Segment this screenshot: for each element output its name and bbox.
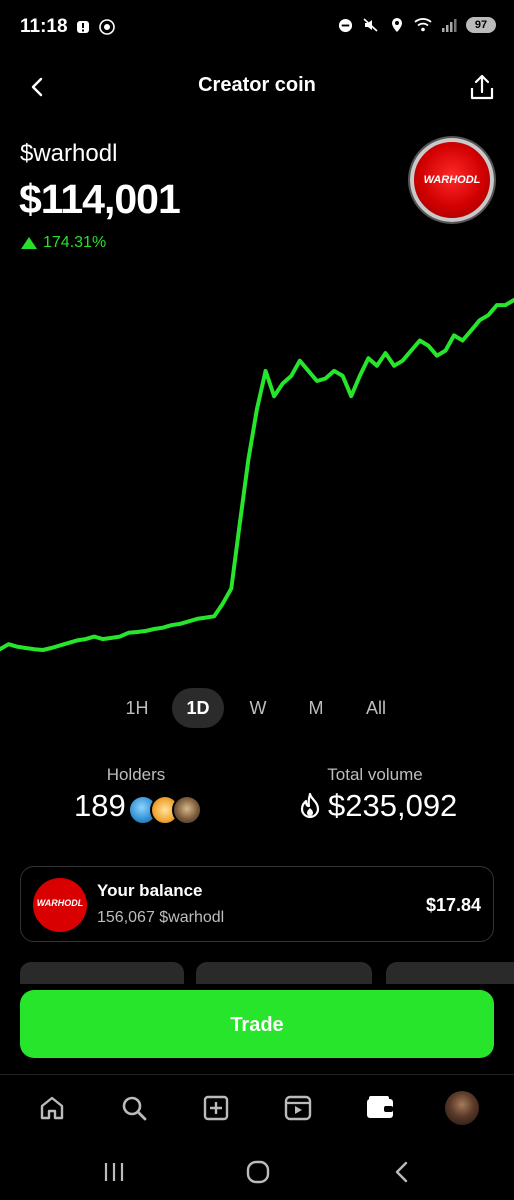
nav-home[interactable]	[34, 1090, 70, 1126]
action-chip[interactable]	[196, 962, 372, 984]
share-icon	[470, 74, 494, 100]
price-change: 174.31%	[20, 234, 106, 252]
timeframe-selector: 1H 1D W M All	[0, 688, 514, 728]
nav-videos[interactable]	[280, 1090, 316, 1126]
status-right-icons: 97	[336, 16, 496, 34]
back-nav-icon[interactable]	[390, 1159, 414, 1185]
share-button[interactable]	[466, 70, 498, 104]
location-icon	[388, 16, 406, 34]
coin-price: $114,001	[19, 176, 181, 222]
trade-button[interactable]: Trade	[20, 990, 494, 1058]
status-bar: 11:18 97	[0, 0, 514, 56]
nav-create[interactable]	[198, 1090, 234, 1126]
balance-amount: 156,067 $warhodl	[97, 909, 225, 926]
price-line	[0, 298, 514, 652]
triangle-up-icon	[21, 237, 37, 249]
mute-icon	[362, 16, 380, 34]
nav-search[interactable]	[116, 1090, 152, 1126]
total-volume-value: $235,092	[328, 788, 458, 823]
timeframe-1h[interactable]: 1H	[116, 688, 158, 728]
price-change-value: 174.31%	[43, 234, 107, 251]
alert-icon	[74, 18, 92, 36]
balance-card[interactable]: WARHODL Your balance 156,067 $warhodl $1…	[20, 866, 494, 942]
action-chip[interactable]	[20, 962, 184, 984]
price-chart[interactable]	[0, 290, 514, 670]
action-chip[interactable]	[386, 962, 514, 984]
coin-ticker: $warhodl	[20, 140, 118, 167]
wifi-icon	[414, 16, 432, 34]
coin-logo-text: WARHODL	[423, 174, 481, 186]
dnd-icon	[336, 16, 354, 34]
profile-avatar	[445, 1091, 479, 1125]
timeframe-w[interactable]: W	[238, 688, 278, 728]
balance-coin-logo: WARHODL	[33, 878, 87, 932]
coin-logo[interactable]: WARHODL	[410, 138, 494, 222]
nav-profile[interactable]	[444, 1090, 480, 1126]
status-time: 11:18	[20, 16, 68, 37]
nav-wallet[interactable]	[362, 1090, 398, 1126]
balance-title: Your balance	[97, 881, 203, 900]
status-left-icons	[74, 18, 116, 36]
create-icon	[203, 1095, 229, 1121]
flame-icon	[300, 792, 320, 819]
total-volume: $235,092	[298, 788, 457, 824]
timeframe-all[interactable]: All	[354, 688, 398, 728]
holders-count: 189	[74, 788, 126, 823]
signal-icon	[440, 16, 458, 34]
balance-value: $17.84	[425, 895, 481, 915]
home-icon	[40, 1096, 64, 1120]
videos-icon	[284, 1095, 312, 1121]
timeframe-1d[interactable]: 1D	[172, 688, 224, 728]
page-title: Creator coin	[198, 74, 316, 96]
wallet-icon	[367, 1096, 393, 1118]
home-nav-icon[interactable]	[245, 1159, 271, 1185]
timeframe-m[interactable]: M	[296, 688, 336, 728]
system-nav-bar	[0, 1148, 514, 1200]
total-volume-label: Total volume	[327, 765, 423, 784]
battery-indicator: 97	[466, 17, 496, 33]
holders-label: Holders	[106, 765, 166, 784]
bottom-nav	[0, 1084, 514, 1132]
balance-logo-text: WARHODL	[36, 898, 84, 908]
search-icon	[122, 1096, 147, 1121]
wifi-calling-icon	[98, 18, 116, 36]
holder-avatar	[172, 795, 202, 825]
nav-divider	[0, 1074, 514, 1075]
holder-avatars[interactable]	[128, 795, 202, 827]
recents-icon[interactable]	[102, 1160, 126, 1184]
